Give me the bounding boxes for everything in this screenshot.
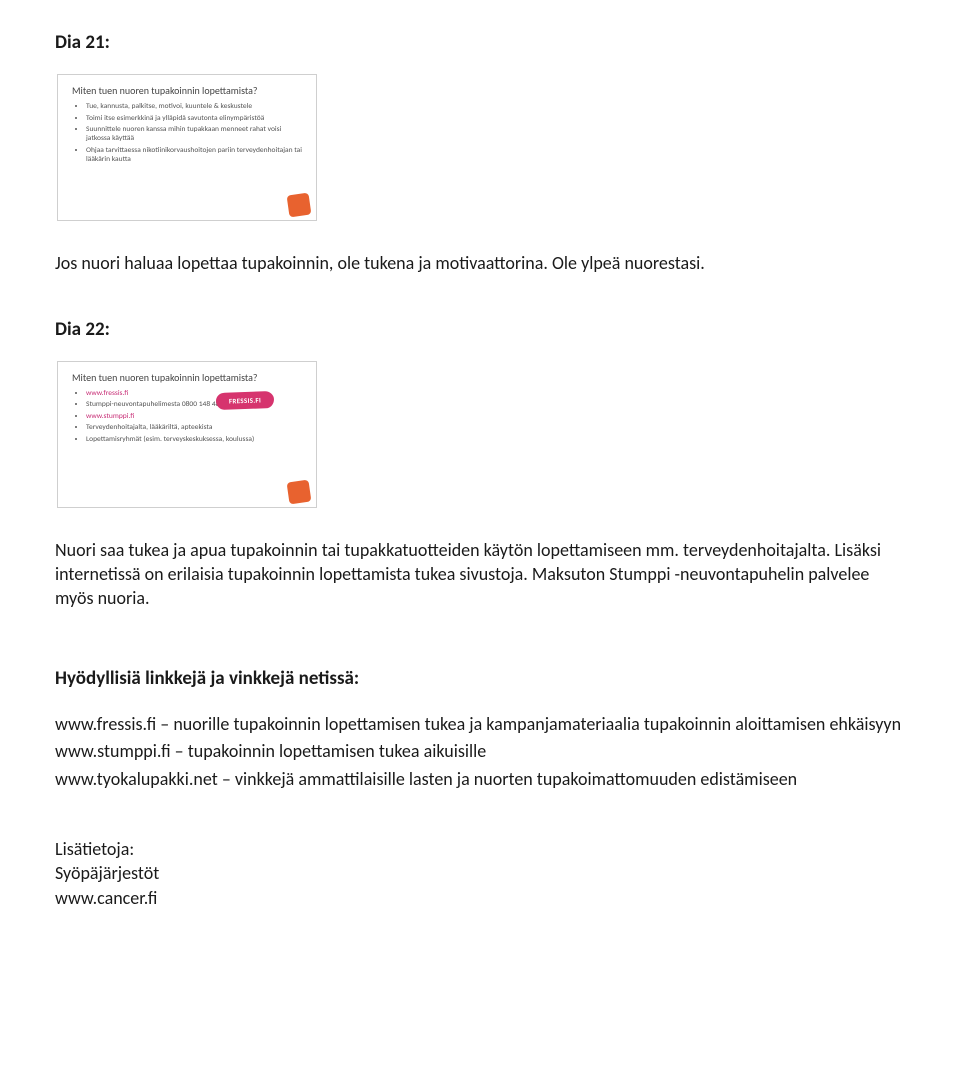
link-item: www.tyokalupakki.net – vinkkejä ammattil… [55,767,910,791]
footer-block: Lisätietoja: Syöpäjärjestöt www.cancer.f… [55,837,910,910]
list-item: www.stumppi.fi [86,412,302,421]
dia21-label: Dia 21: [55,30,910,56]
footer-label: Lisätietoja: [55,837,910,861]
dia22-label: Dia 22: [55,317,910,343]
list-item: Suunnittele nuoren kanssa mihin tupakkaa… [86,125,302,144]
list-item: Tue, kannusta, palkitse, motivoi, kuunte… [86,102,302,111]
logo-icon [287,192,312,217]
dia22-body-text: Nuori saa tukea ja apua tupakoinnin tai … [55,538,910,611]
list-item-text: www.fressis.fi [86,389,128,398]
logo-icon [287,479,312,504]
footer-org: Syöpäjärjestöt [55,861,910,885]
footer-url: www.cancer.fi [55,886,910,910]
list-item-text: www.stumppi.fi [86,412,134,421]
link-item: www.stumppi.fi – tupakoinnin lopettamise… [55,739,910,763]
dia22-slide-title: Miten tuen nuoren tupakoinnin lopettamis… [72,372,302,384]
links-list: www.fressis.fi – nuorille tupakoinnin lo… [55,712,910,791]
dia22-slide-thumbnail: Miten tuen nuoren tupakoinnin lopettamis… [57,361,317,508]
list-item: Toimi itse esimerkkinä ja ylläpidä savut… [86,114,302,123]
dia21-slide-thumbnail: Miten tuen nuoren tupakoinnin lopettamis… [57,74,317,221]
list-item: Terveydenhoitajalta, lääkäriltä, apteeki… [86,423,302,432]
links-heading: Hyödyllisiä linkkejä ja vinkkejä netissä… [55,666,910,692]
list-item-text: Lopettamisryhmät (esim. terveyskeskukses… [86,435,254,444]
dia21-body-text: Jos nuori haluaa lopettaa tupakoinnin, o… [55,251,910,275]
link-item: www.fressis.fi – nuorille tupakoinnin lo… [55,712,910,736]
dia21-slide-title: Miten tuen nuoren tupakoinnin lopettamis… [72,85,302,97]
dia21-bullet-list: Tue, kannusta, palkitse, motivoi, kuunte… [82,102,302,164]
badge-label: FRESSIS.FI [229,395,262,406]
fressis-badge-icon: FRESSIS.FI [216,391,275,410]
list-item-text: Terveydenhoitajalta, lääkäriltä, apteeki… [86,423,212,432]
list-item: Lopettamisryhmät (esim. terveyskeskukses… [86,435,302,444]
list-item: Ohjaa tarvittaessa nikotiinikorvaushoito… [86,146,302,165]
